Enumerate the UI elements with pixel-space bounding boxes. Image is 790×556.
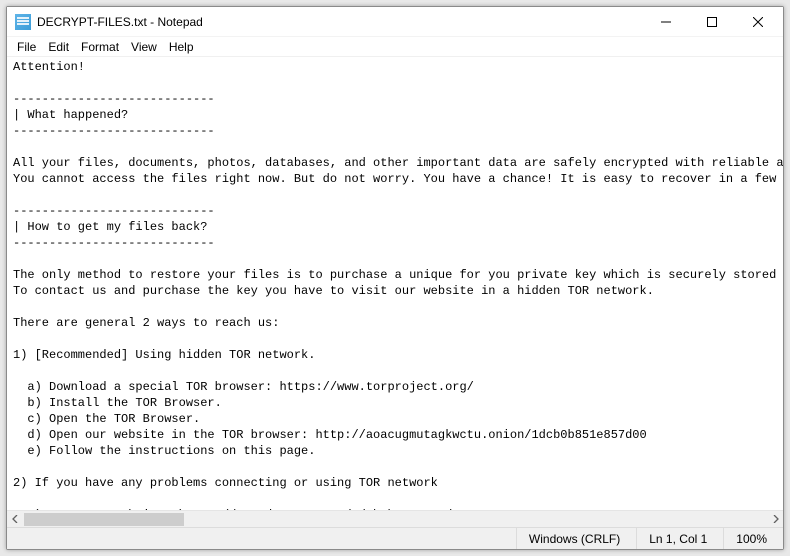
title-bar[interactable]: DECRYPT-FILES.txt - Notepad — [7, 7, 783, 37]
minimize-button[interactable] — [643, 7, 689, 36]
text-editor[interactable]: Attention! ---------------------------- … — [7, 57, 783, 510]
menu-bar: File Edit Format View Help — [7, 37, 783, 57]
window-title: DECRYPT-FILES.txt - Notepad — [37, 15, 643, 29]
menu-format[interactable]: Format — [75, 39, 125, 55]
scroll-thumb[interactable] — [24, 513, 184, 526]
maximize-button[interactable] — [689, 7, 735, 36]
scroll-right-arrow-icon[interactable] — [766, 511, 783, 528]
menu-view[interactable]: View — [125, 39, 163, 55]
notepad-window: DECRYPT-FILES.txt - Notepad File Edit Fo… — [6, 6, 784, 550]
window-controls — [643, 7, 781, 36]
status-bar: Windows (CRLF) Ln 1, Col 1 100% — [7, 527, 783, 549]
menu-edit[interactable]: Edit — [42, 39, 75, 55]
scroll-left-arrow-icon[interactable] — [7, 511, 24, 528]
horizontal-scrollbar[interactable] — [7, 510, 783, 527]
menu-help[interactable]: Help — [163, 39, 200, 55]
scroll-track[interactable] — [24, 511, 766, 527]
status-spacer — [7, 528, 516, 549]
status-zoom: 100% — [723, 528, 783, 549]
editor-area: Attention! ---------------------------- … — [7, 57, 783, 527]
status-cursor-pos: Ln 1, Col 1 — [636, 528, 723, 549]
notepad-app-icon — [15, 14, 31, 30]
close-button[interactable] — [735, 7, 781, 36]
status-line-ending: Windows (CRLF) — [516, 528, 636, 549]
menu-file[interactable]: File — [11, 39, 42, 55]
